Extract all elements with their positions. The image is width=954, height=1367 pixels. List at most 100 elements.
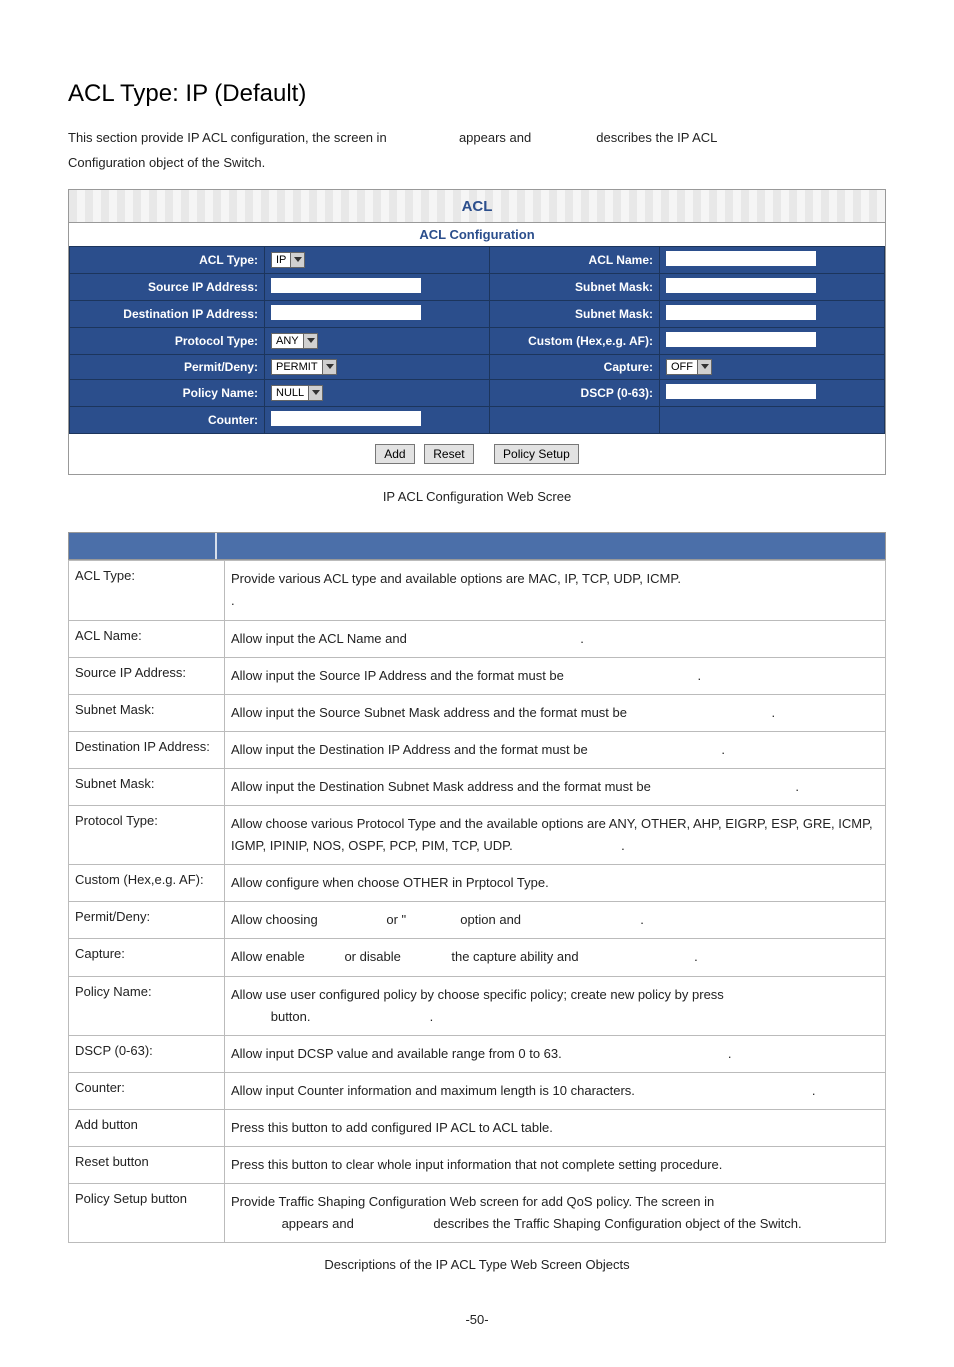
intro-part3: describes the IP ACL	[596, 130, 717, 145]
object-cell: ACL Type:	[69, 561, 225, 620]
dscp-input[interactable]	[666, 384, 816, 399]
policy-name-select[interactable]: NULL	[271, 385, 323, 401]
table-row: Reset buttonPress this button to clear w…	[69, 1146, 886, 1183]
object-cell: Add button	[69, 1109, 225, 1146]
capture-value: OFF	[667, 360, 697, 374]
object-cell: Protocol Type:	[69, 806, 225, 865]
button-row: Add Reset Policy Setup	[69, 434, 885, 474]
description-cell: Allow input the Destination IP Address a…	[225, 731, 886, 768]
description-cell: Provide various ACL type and available o…	[225, 561, 886, 620]
custom-hex-input[interactable]	[666, 332, 816, 347]
add-button[interactable]: Add	[375, 444, 414, 464]
description-cell: Press this button to clear whole input i…	[225, 1146, 886, 1183]
object-cell: Permit/Deny:	[69, 902, 225, 939]
panel-header-title: ACL	[462, 198, 493, 215]
policy-setup-button[interactable]: Policy Setup	[494, 444, 579, 464]
description-cell: Allow input the Source IP Address and th…	[225, 657, 886, 694]
desc-table-header	[68, 532, 886, 560]
table-caption: Descriptions of the IP ACL Type Web Scre…	[68, 1257, 886, 1272]
policy-name-value: NULL	[272, 386, 308, 400]
description-cell: Allow input the Destination Subnet Mask …	[225, 768, 886, 805]
intro-text: This section provide IP ACL configuratio…	[68, 126, 886, 175]
description-cell: Allow choose various Protocol Type and t…	[225, 806, 886, 865]
table-row: Capture:Allow enable or disable the capt…	[69, 939, 886, 976]
description-cell: Allow use user configured policy by choo…	[225, 976, 886, 1035]
object-cell: ACL Name:	[69, 620, 225, 657]
chevron-down-icon	[697, 360, 711, 374]
custom-hex-label: Custom (Hex,e.g. AF):	[490, 328, 660, 355]
table-row: Add buttonPress this button to add confi…	[69, 1109, 886, 1146]
object-cell: Policy Name:	[69, 976, 225, 1035]
intro-part1: This section provide IP ACL configuratio…	[68, 130, 387, 145]
subnet-mask-1-label: Subnet Mask:	[490, 274, 660, 301]
subnet-mask-2-label: Subnet Mask:	[490, 301, 660, 328]
dest-ip-input[interactable]	[271, 305, 421, 320]
object-cell: Policy Setup button	[69, 1184, 225, 1243]
protocol-type-label: Protocol Type:	[70, 328, 265, 355]
panel-subtitle: ACL Configuration	[69, 222, 885, 246]
reset-button[interactable]: Reset	[424, 444, 473, 464]
permit-deny-value: PERMIT	[272, 360, 322, 374]
acl-name-input[interactable]	[666, 251, 816, 266]
chevron-down-icon	[303, 334, 317, 348]
table-row: Custom (Hex,e.g. AF):Allow configure whe…	[69, 865, 886, 902]
object-cell: Capture:	[69, 939, 225, 976]
object-cell: Reset button	[69, 1146, 225, 1183]
dest-ip-label: Destination IP Address:	[70, 301, 265, 328]
object-cell: Subnet Mask:	[69, 768, 225, 805]
object-cell: Custom (Hex,e.g. AF):	[69, 865, 225, 902]
source-ip-label: Source IP Address:	[70, 274, 265, 301]
protocol-type-value: ANY	[272, 334, 303, 348]
acl-type-label: ACL Type:	[70, 247, 265, 274]
dscp-label: DSCP (0-63):	[490, 380, 660, 407]
chevron-down-icon	[322, 360, 336, 374]
table-row: Subnet Mask:Allow input the Destination …	[69, 768, 886, 805]
acl-type-select[interactable]: IP	[271, 252, 305, 268]
table-row: ACL Type:Provide various ACL type and av…	[69, 561, 886, 620]
object-cell: Source IP Address:	[69, 657, 225, 694]
counter-input[interactable]	[271, 411, 421, 426]
description-cell: Allow choosing or " option and .	[225, 902, 886, 939]
description-cell: Allow input Counter information and maxi…	[225, 1072, 886, 1109]
description-cell: Press this button to add configured IP A…	[225, 1109, 886, 1146]
description-table: ACL Type:Provide various ACL type and av…	[68, 560, 886, 1243]
capture-select[interactable]: OFF	[666, 359, 712, 375]
table-row: Source IP Address:Allow input the Source…	[69, 657, 886, 694]
acl-config-panel: ACL ACL Configuration ACL Type: IP ACL N…	[68, 189, 886, 475]
capture-label: Capture:	[490, 355, 660, 380]
description-cell: Allow input the ACL Name and .	[225, 620, 886, 657]
chevron-down-icon	[290, 253, 304, 267]
permit-deny-select[interactable]: PERMIT	[271, 359, 337, 375]
acl-form-grid: ACL Type: IP ACL Name: Source IP Address…	[69, 246, 885, 434]
description-cell: Allow enable or disable the capture abil…	[225, 939, 886, 976]
table-row: Subnet Mask:Allow input the Source Subne…	[69, 694, 886, 731]
chevron-down-icon	[308, 386, 322, 400]
object-cell: Destination IP Address:	[69, 731, 225, 768]
page-number: -50-	[68, 1312, 886, 1327]
object-cell: Subnet Mask:	[69, 694, 225, 731]
acl-type-value: IP	[272, 253, 290, 267]
description-cell: Allow configure when choose OTHER in Prp…	[225, 865, 886, 902]
table-row: Permit/Deny:Allow choosing or " option a…	[69, 902, 886, 939]
figure-caption: IP ACL Configuration Web Scree	[68, 489, 886, 504]
table-row: Counter:Allow input Counter information …	[69, 1072, 886, 1109]
subnet-mask-1-input[interactable]	[666, 278, 816, 293]
description-cell: Allow input DCSP value and available ran…	[225, 1035, 886, 1072]
subnet-mask-2-input[interactable]	[666, 305, 816, 320]
source-ip-input[interactable]	[271, 278, 421, 293]
table-row: Policy Setup buttonProvide Traffic Shapi…	[69, 1184, 886, 1243]
object-cell: DSCP (0-63):	[69, 1035, 225, 1072]
table-row: ACL Name:Allow input the ACL Name and .	[69, 620, 886, 657]
intro-part4: Configuration object of the Switch.	[68, 155, 265, 170]
policy-name-label: Policy Name:	[70, 380, 265, 407]
table-row: Destination IP Address:Allow input the D…	[69, 731, 886, 768]
empty-cell	[490, 407, 660, 434]
page-title: ACL Type: IP (Default)	[68, 80, 886, 108]
table-row: Policy Name:Allow use user configured po…	[69, 976, 886, 1035]
protocol-type-select[interactable]: ANY	[271, 333, 318, 349]
panel-header: ACL	[69, 190, 885, 222]
table-row: Protocol Type:Allow choose various Proto…	[69, 806, 886, 865]
permit-deny-label: Permit/Deny:	[70, 355, 265, 380]
object-cell: Counter:	[69, 1072, 225, 1109]
description-cell: Provide Traffic Shaping Configuration We…	[225, 1184, 886, 1243]
